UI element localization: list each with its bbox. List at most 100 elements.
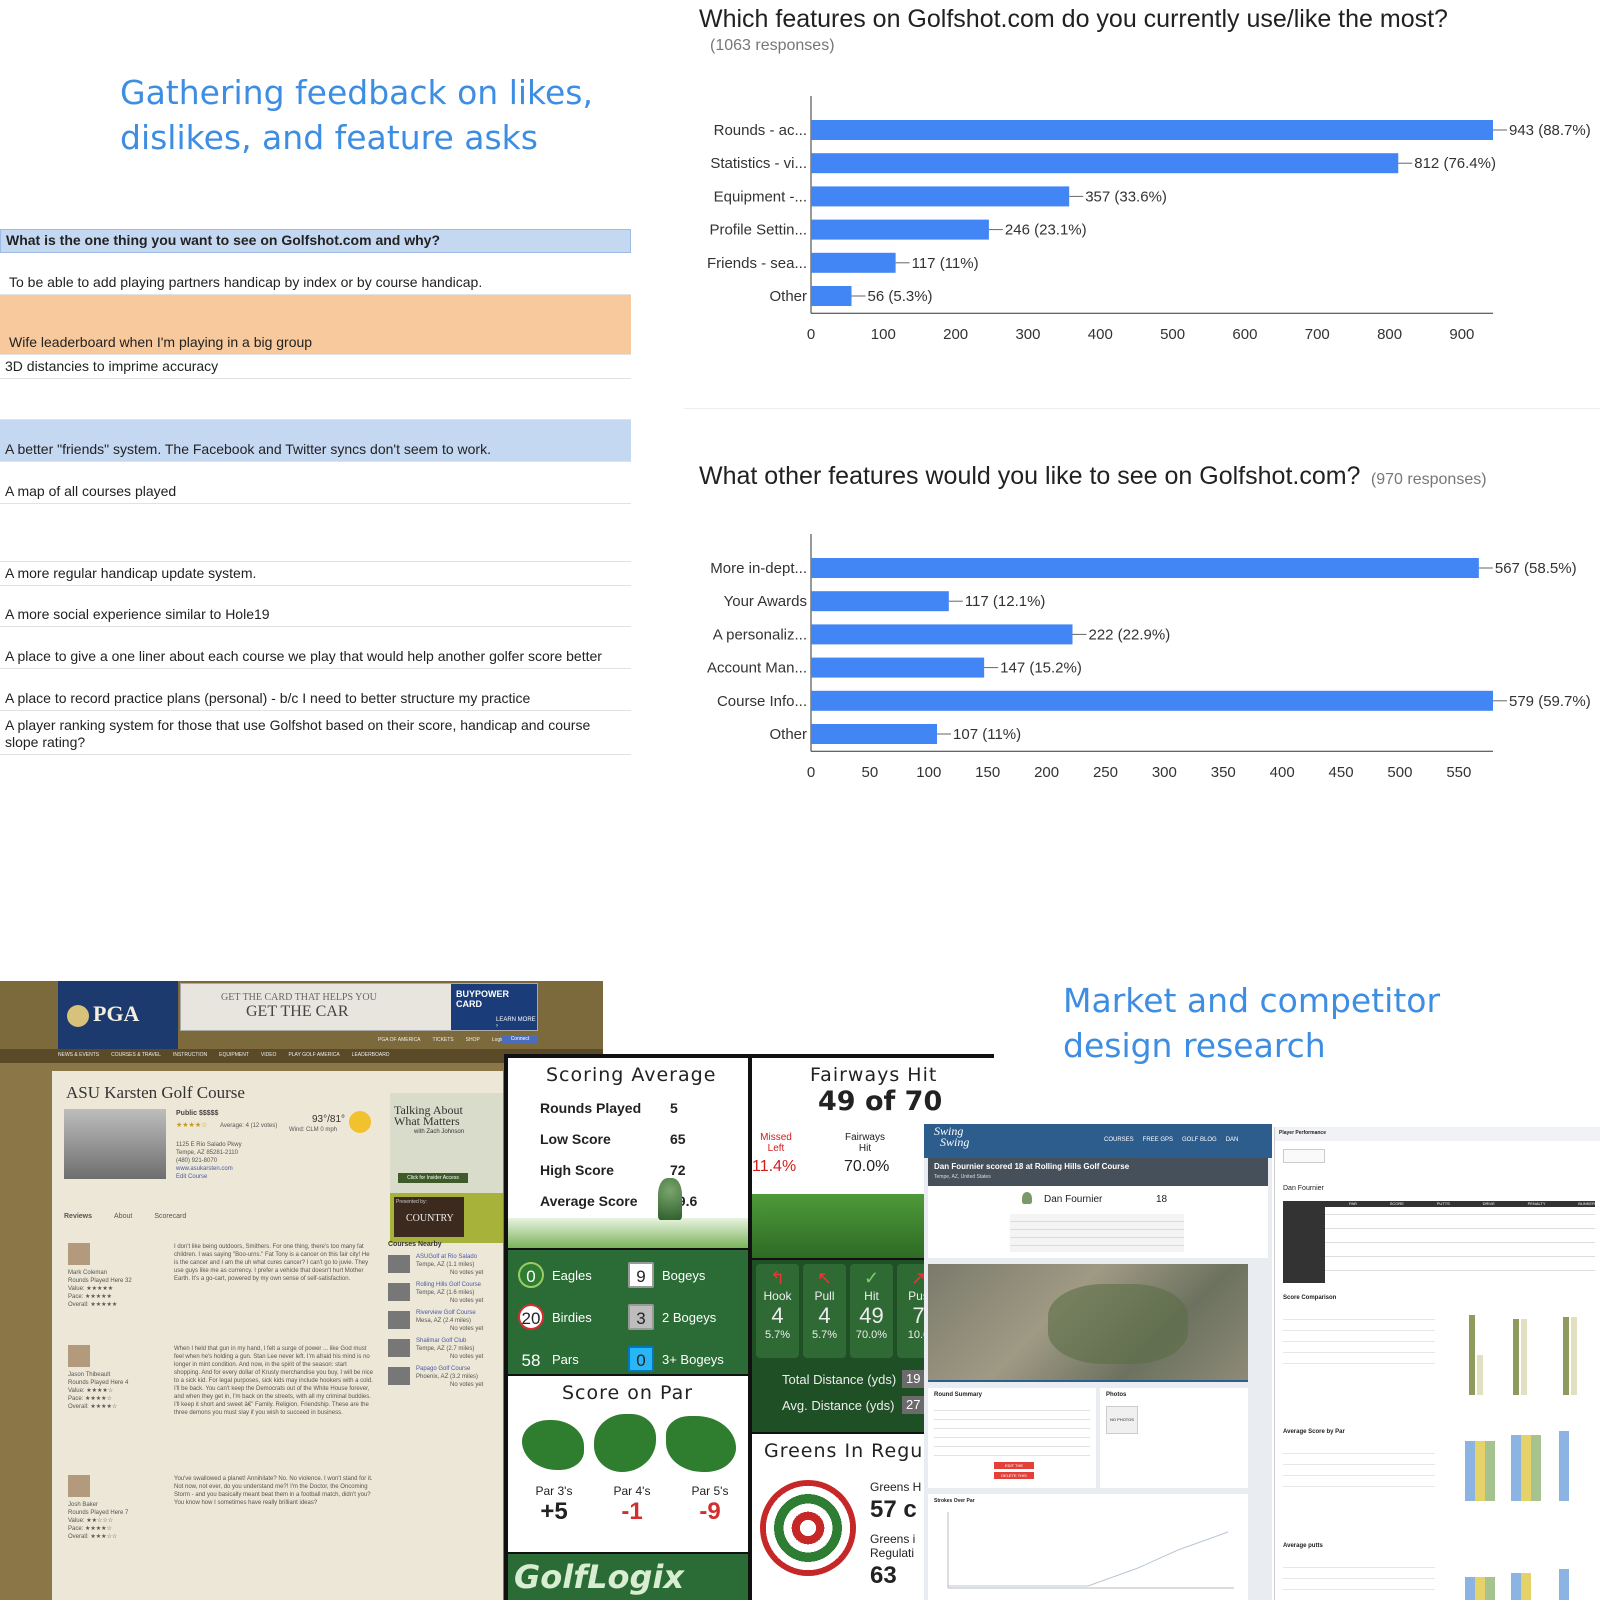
pga-logo[interactable]: PGA (58, 981, 178, 1049)
strokes-over-par-chart: Strokes Over Par (928, 1494, 1248, 1600)
star-rating-icon: ★★★★☆ (176, 1122, 208, 1129)
pga-top-links[interactable]: PGA OF AMERICA TICKETS SHOP Login (378, 1037, 504, 1043)
nearby-course-item[interactable]: ASUGolf at Rio Salado Tempe, AZ (1.1 mile… (388, 1253, 503, 1279)
nav-news[interactable]: NEWS & EVENTS (58, 1052, 99, 1058)
golflogix-stats-screenshot: Scoring Average Rounds Played 5 Low Score 6… (504, 1054, 994, 1600)
bar (811, 591, 949, 612)
review-tabs[interactable]: Reviews About Scorecard (64, 1213, 186, 1220)
category-label: Equipment -... (714, 188, 807, 205)
round-summary-panel: Round Summary EDIT THE SCORECARD DELETE … (928, 1388, 1096, 1488)
score-type-label: 3+ Bogeys (662, 1352, 724, 1367)
nav-leaderboard[interactable]: LEADERBOARD (352, 1052, 390, 1058)
swing-header: Swing Swing COURSES FREE GPS GOLF BLOG DAN (924, 1124, 1272, 1158)
table-row: A place to record practice plans (person… (0, 669, 631, 711)
table-row: A place to give a one liner about each c… (0, 627, 631, 669)
avg-by-par-table (1283, 1443, 1435, 1487)
par-score-item: Par 5's -9 (691, 1484, 729, 1525)
stat-row: Rounds Played 5 (540, 1100, 678, 1116)
delete-round-button[interactable]: DELETE THIS ROUND (994, 1472, 1034, 1485)
x-tick-label: 400 (1088, 326, 1113, 343)
score-type-label: Pars (552, 1352, 579, 1367)
tab-scorecard[interactable]: Scorecard (154, 1213, 186, 1220)
nav-play-golf[interactable]: PLAY GOLF AMERICA (288, 1052, 339, 1058)
table-row: Wife leaderboard when I'm playing in a b… (0, 295, 631, 355)
nav-courses[interactable]: COURSES & TRAVEL (111, 1052, 161, 1058)
par-score-item: Par 3's +5 (535, 1484, 573, 1525)
course-thumb (388, 1311, 410, 1329)
tab-about[interactable]: About (114, 1213, 132, 1220)
review-text: You've swallowed a planet! Annihilate? N… (174, 1476, 373, 1506)
bar (811, 558, 1479, 578)
x-tick-label: 350 (1211, 764, 1236, 781)
x-tick-label: 0 (807, 764, 815, 781)
data-label: 222 (22.9%) (1088, 626, 1170, 643)
satellite-map[interactable] (928, 1264, 1248, 1382)
x-tick-label: 50 (862, 764, 879, 781)
swing-logo[interactable]: Swing Swing (934, 1125, 969, 1148)
category-label: More in-dept... (710, 560, 807, 577)
golflogix-logo[interactable]: GolfLogix (508, 1554, 748, 1600)
insider-promo[interactable]: Talking About What Matters with Zach Joh… (390, 1093, 503, 1243)
nav-video[interactable]: VIDEO (261, 1052, 277, 1058)
x-tick-label: 550 (1446, 764, 1471, 781)
score-type-count: 0 (628, 1346, 654, 1372)
perf-table-header: PENALTY (1527, 1201, 1546, 1206)
hole-range-select[interactable] (1283, 1149, 1325, 1163)
x-tick-label: 400 (1270, 764, 1295, 781)
x-tick-label: 100 (871, 326, 896, 343)
score-types-panel: 0 Eagles 9 Bogeys 20 Birdies 3 2 Bogeys 58 Pars 0 3… (508, 1250, 748, 1374)
data-label: 147 (15.2%) (1000, 660, 1082, 677)
scoring-average-panel: Scoring Average Rounds Played 5 Low Score 6… (508, 1058, 748, 1248)
score-type-item: 9 Bogeys (628, 1260, 738, 1292)
bar (811, 219, 989, 240)
nearby-course-item[interactable]: Shalimar Golf Club Tempe, AZ (2.7 miles) N… (388, 1337, 503, 1363)
course-title: ASU Karsten Golf Course (66, 1083, 245, 1102)
edit-course-link[interactable]: Edit Course (176, 1173, 242, 1181)
data-label: 567 (58.5%) (1495, 560, 1577, 577)
category-label: Profile Settin... (709, 222, 807, 239)
nearby-course-item[interactable]: Riverview Golf Course Mesa, AZ (2.4 miles… (388, 1309, 503, 1335)
feedback-heading: Gathering feedback on likes, dislikes, a… (120, 73, 593, 157)
table-row (0, 379, 631, 420)
tree-icon (658, 1178, 682, 1220)
par4-green-icon (594, 1414, 656, 1472)
avatar (68, 1243, 90, 1265)
category-label: Friends - sea... (707, 255, 807, 272)
chart2-bar-chart: More in-dept... 567 (58.5%) Your Awards 117… (707, 534, 1591, 781)
perf-table-header: PUTTS (1436, 1201, 1450, 1206)
target-icon (760, 1480, 856, 1576)
course-website-link[interactable]: www.asukarsten.com (176, 1165, 242, 1173)
tab-reviews[interactable]: Reviews (64, 1213, 92, 1220)
data-label: 246 (23.1%) (1005, 222, 1087, 239)
table-row: To be able to add playing partners handi… (0, 253, 631, 295)
score-type-label: Eagles (552, 1268, 592, 1283)
stat-row: Average Score 69.6 (540, 1193, 698, 1209)
score-type-label: Birdies (552, 1310, 592, 1325)
shot-type-item: ↰ Hook 4 5.7% (756, 1264, 799, 1358)
swing-nav[interactable]: COURSES FREE GPS GOLF BLOG DAN (1104, 1137, 1238, 1143)
x-tick-label: 250 (1093, 764, 1118, 781)
nav-equipment[interactable]: EQUIPMENT (219, 1052, 249, 1058)
facebook-connect-button[interactable]: Connect (502, 1035, 538, 1044)
chart1-title: Which features on Golfshot.com do you cu… (699, 5, 1448, 33)
x-tick-label: 450 (1329, 764, 1354, 781)
category-label: Course Info... (717, 693, 807, 710)
insider-access-button[interactable]: Click for Insider Access (398, 1173, 468, 1183)
ad-banner[interactable]: GET THE CARD THAT HELPS YOU GET THE CAR … (180, 983, 538, 1031)
score-type-item: 3 2 Bogeys (628, 1302, 738, 1334)
table-row: A better "friends" system. The Facebook … (0, 420, 631, 462)
nearby-course-item[interactable]: Rolling Hills Golf Course Tempe, AZ (1.6 … (388, 1281, 503, 1307)
nav-instruction[interactable]: INSTRUCTION (173, 1052, 207, 1058)
avg-putts-chart (1465, 1569, 1569, 1600)
perf-table-header: DRIVE (1482, 1201, 1495, 1206)
chart2-subtitle: (970 responses) (1370, 471, 1487, 488)
x-tick-label: 200 (1034, 764, 1059, 781)
shot-direction-icon: ✓ (863, 1268, 880, 1288)
chart1-subtitle: (1063 responses) (710, 37, 835, 54)
perf-player-name: Dan Fournier (1283, 1185, 1324, 1192)
edit-scorecard-button[interactable]: EDIT THE SCORECARD (994, 1462, 1034, 1475)
score-on-par-panel: Score on Par Par 3's +5 Par 4's -1 Par 5's -9 (508, 1376, 748, 1552)
nearby-course-item[interactable]: Papago Golf Course Phoenix, AZ (3.2 miles… (388, 1365, 503, 1391)
x-tick-label: 600 (1232, 326, 1257, 343)
table-row (0, 504, 631, 562)
